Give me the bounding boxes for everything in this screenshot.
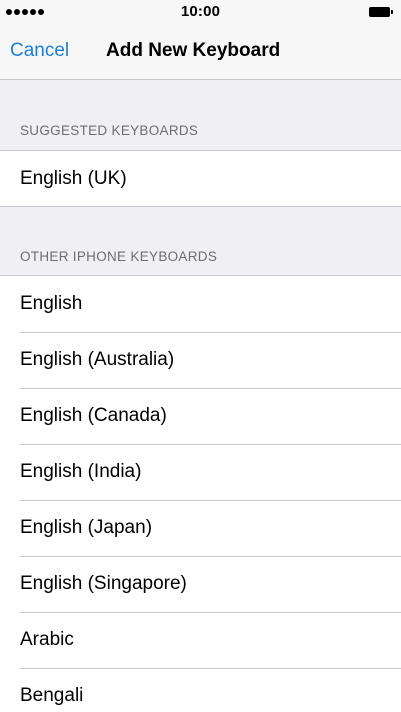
suggested-keyboards-list: English (UK) bbox=[0, 150, 401, 207]
keyboard-option[interactable]: English bbox=[0, 276, 401, 332]
keyboard-option[interactable]: English (Japan) bbox=[0, 500, 401, 556]
screen: 10:00 Cancel Add New Keyboard SUGGESTED … bbox=[0, 0, 401, 712]
other-keyboards-list: English English (Australia) English (Can… bbox=[0, 275, 401, 712]
status-time: 10:00 bbox=[180, 3, 221, 20]
keyboard-option[interactable]: English (Canada) bbox=[0, 388, 401, 444]
keyboard-option[interactable]: Bengali bbox=[0, 668, 401, 712]
battery-body bbox=[369, 7, 390, 17]
keyboard-option[interactable]: English (UK) bbox=[0, 151, 401, 206]
keyboard-option[interactable]: English (Singapore) bbox=[0, 556, 401, 612]
battery-full-icon bbox=[369, 7, 393, 17]
section-header-suggested: SUGGESTED KEYBOARDS bbox=[20, 123, 199, 138]
keyboard-option[interactable]: English (India) bbox=[0, 444, 401, 500]
navigation-bar: Cancel Add New Keyboard bbox=[0, 24, 401, 80]
keyboard-option[interactable]: English (Australia) bbox=[0, 332, 401, 388]
cancel-button[interactable]: Cancel bbox=[10, 40, 69, 62]
keyboard-option[interactable]: Arabic bbox=[0, 612, 401, 668]
status-bar: 10:00 bbox=[0, 0, 401, 24]
page-title: Add New Keyboard bbox=[106, 40, 281, 61]
battery-tip bbox=[391, 10, 393, 14]
section-header-other: OTHER IPHONE KEYBOARDS bbox=[20, 249, 218, 264]
